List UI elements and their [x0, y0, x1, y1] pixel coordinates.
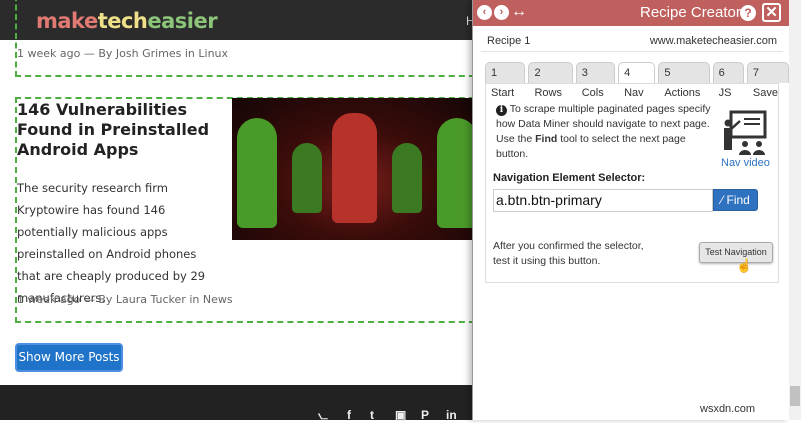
scrollbar[interactable] — [789, 0, 801, 420]
tab-nav[interactable]: 4 Nav — [618, 62, 656, 99]
recipe-domain: www.maketecheasier.com — [649, 35, 777, 47]
navigation-selector-input[interactable]: a.btn.btn-primary — [493, 189, 713, 212]
selector-label: Navigation Element Selector: — [493, 172, 646, 184]
post-meta: 1 week ago — By Laura Tucker in News — [17, 293, 233, 306]
magic-wand-icon: ⁄ — [721, 193, 724, 207]
tab-cols[interactable]: 3 Cols — [575, 62, 616, 99]
panel-header: ‹ › ↔ Recipe Creator ? ✕ — [473, 0, 789, 26]
teacher-presentation-icon[interactable] — [722, 110, 768, 156]
recipe-name: Recipe 1 — [487, 35, 531, 47]
tab-save[interactable]: 7 Save — [746, 62, 789, 99]
post-image[interactable] — [232, 98, 477, 240]
nav-video-link[interactable]: Nav video — [721, 157, 770, 169]
info-text-bold: Find — [535, 133, 558, 145]
watermark: wsxdn.com — [700, 403, 756, 415]
info-text: i To scrape multiple paginated pages spe… — [496, 102, 716, 162]
test-instructions: After you confirmed the selector, test i… — [493, 240, 644, 267]
scrollbar-thumb[interactable] — [790, 386, 800, 406]
tab-js[interactable]: 6 JS — [712, 62, 744, 99]
find-button[interactable]: ⁄ Find — [713, 189, 758, 211]
post-meta: 1 week ago — By Josh Grimes in Linux — [17, 47, 229, 60]
find-label: Find — [726, 193, 750, 207]
close-icon[interactable]: ✕ — [762, 3, 781, 22]
recipe-tabs: 1 Start 2 Rows 3 Cols 4 Nav 5 Actions 6 … — [485, 62, 789, 99]
tab-actions[interactable]: 5 Actions — [658, 62, 710, 99]
post-card-highlight — [15, 0, 485, 77]
rss-icon[interactable]: ⦦ — [318, 408, 328, 423]
post-title[interactable]: 146 Vulnerabilities Found in Preinstalle… — [17, 100, 222, 160]
show-more-posts-button[interactable]: Show More Posts — [15, 343, 123, 372]
back-icon[interactable]: ‹ — [477, 5, 492, 20]
nav-tab-content: i To scrape multiple paginated pages spe… — [485, 83, 779, 283]
help-icon[interactable]: ? — [740, 5, 756, 21]
forward-icon[interactable]: › — [494, 5, 509, 20]
resize-icon[interactable]: ↔ — [511, 3, 527, 21]
tab-start[interactable]: 1 Start — [485, 62, 526, 99]
recipe-creator-panel: ‹ › ↔ Recipe Creator ? ✕ Recipe 1 www.ma… — [472, 0, 789, 420]
tab-rows[interactable]: 2 Rows — [528, 62, 573, 99]
info-icon: i — [496, 105, 507, 116]
divider — [481, 51, 783, 52]
hand-cursor-icon: ☝ — [736, 258, 753, 273]
panel-title: Recipe Creator — [640, 4, 741, 21]
post-excerpt: The security research firm Kryptowire ha… — [17, 181, 206, 305]
